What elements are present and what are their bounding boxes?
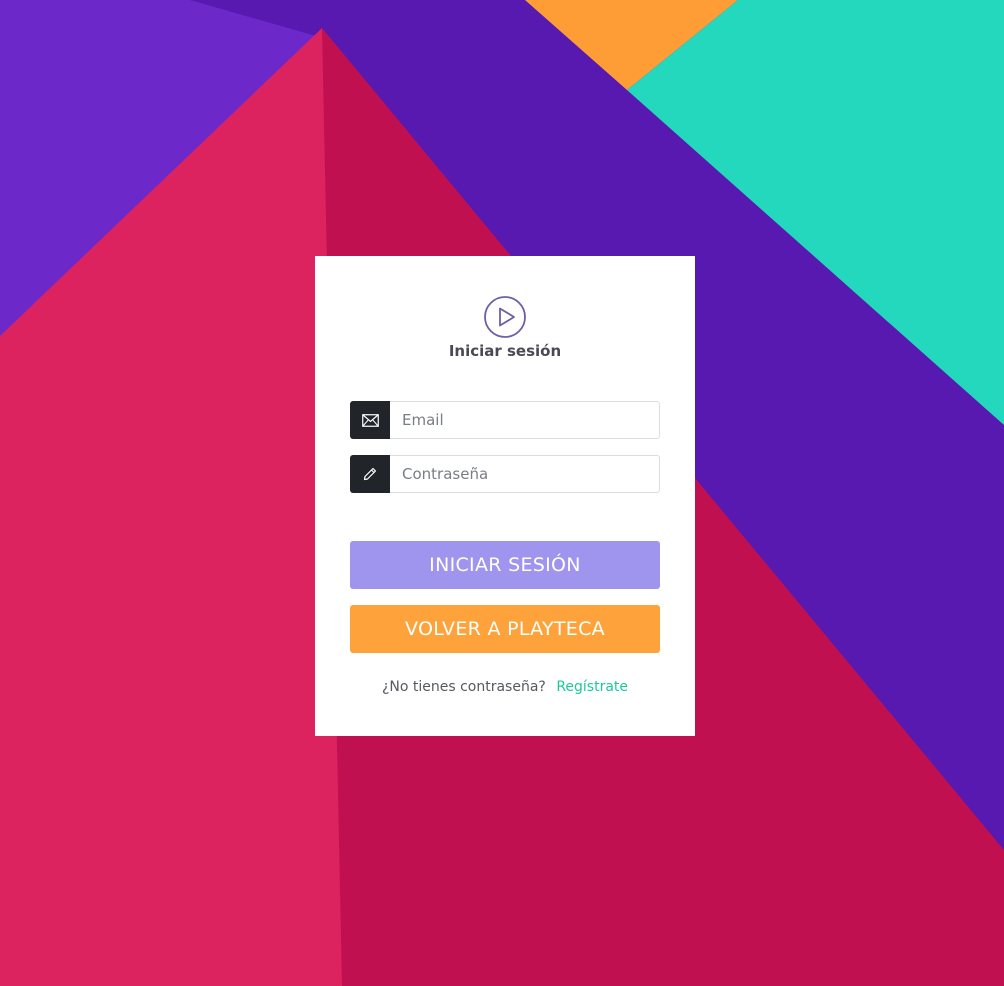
email-field-group [350, 401, 660, 439]
password-input[interactable] [390, 455, 660, 493]
login-card: Iniciar sesión INICIAR SESIÓN VOLVER A P… [315, 256, 695, 736]
register-prompt: ¿No tienes contraseña? Regístrate [315, 679, 695, 695]
password-field-group [350, 455, 660, 493]
play-circle-icon [484, 296, 526, 338]
register-link[interactable]: Regístrate [556, 679, 628, 695]
back-to-playteca-button[interactable]: VOLVER A PLAYTECA [350, 605, 660, 653]
envelope-icon [350, 401, 390, 439]
login-title: Iniciar sesión [448, 342, 562, 360]
login-button[interactable]: INICIAR SESIÓN [350, 541, 660, 589]
register-prompt-text: ¿No tienes contraseña? [381, 679, 546, 695]
pencil-icon [350, 455, 390, 493]
email-input[interactable] [390, 401, 660, 439]
